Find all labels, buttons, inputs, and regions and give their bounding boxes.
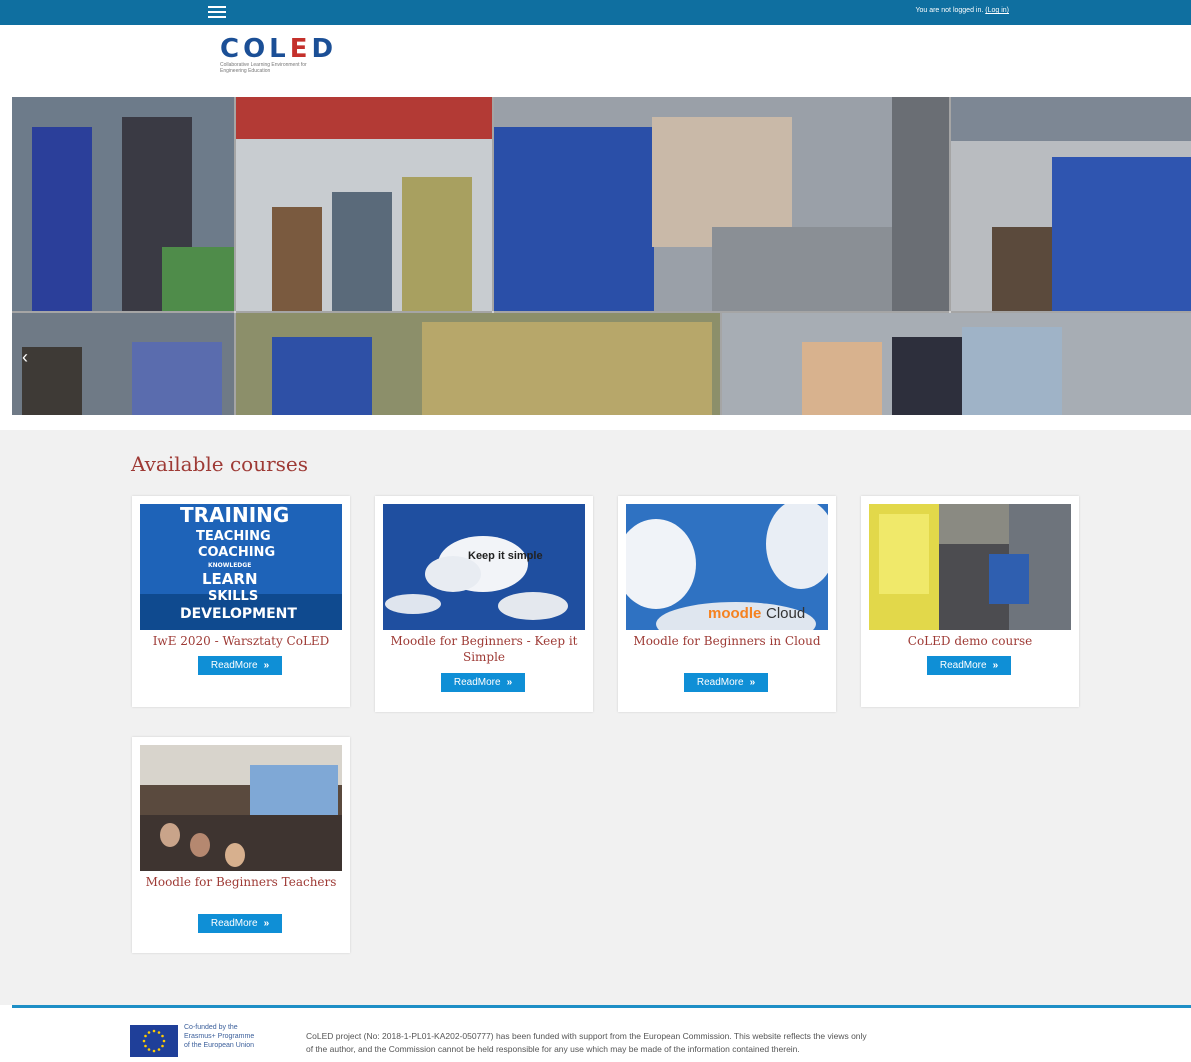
site-logo[interactable]: COLED Collaborative Learning Environment…: [220, 34, 340, 82]
footer-divider: [12, 1005, 1191, 1008]
course-card[interactable]: moodle Cloud Moodle for Beginners in Clo…: [618, 496, 836, 712]
svg-text:TEACHING: TEACHING: [196, 529, 271, 544]
available-courses-heading: Available courses: [131, 452, 309, 476]
chevron-left-icon[interactable]: ‹: [22, 347, 28, 368]
readmore-button[interactable]: ReadMore»: [198, 914, 282, 933]
lecture-hall-image: [140, 745, 342, 871]
readmore-button[interactable]: ReadMore»: [684, 673, 768, 692]
svg-text:DEVELOPMENT: DEVELOPMENT: [180, 606, 297, 622]
hero-collage-image: [12, 97, 1191, 415]
course-title[interactable]: Moodle for Beginners - Keep it Simple: [381, 633, 587, 665]
eu-funding-label: Co-funded by the Erasmus+ Programme of t…: [184, 1024, 255, 1049]
readmore-button[interactable]: ReadMore»: [441, 673, 525, 692]
course-card[interactable]: Moodle for Beginners Teachers ReadMore»: [132, 737, 350, 953]
readmore-button[interactable]: ReadMore»: [927, 656, 1011, 675]
chevron-right-icon: »: [263, 660, 270, 671]
course-card[interactable]: Keep it simple Moodle for Beginners - Ke…: [375, 496, 593, 712]
main-content: Available courses TRAINING TEACHING COAC…: [0, 430, 1191, 1005]
chevron-right-icon: »: [263, 918, 270, 929]
logo-wordmark: COLED: [220, 34, 338, 64]
svg-text:Cloud: Cloud: [766, 605, 805, 622]
hero-slider: ‹: [12, 97, 1191, 415]
svg-text:KNOWLEDGE: KNOWLEDGE: [208, 562, 251, 569]
course-title[interactable]: CoLED demo course: [867, 633, 1073, 649]
machine-image: [869, 504, 1071, 630]
svg-text:COACHING: COACHING: [198, 545, 275, 560]
svg-text:moodle: moodle: [708, 605, 761, 622]
readmore-button[interactable]: ReadMore»: [198, 656, 282, 675]
course-title[interactable]: Moodle for Beginners Teachers: [138, 874, 344, 890]
eu-flag-icon: [130, 1025, 178, 1057]
login-info: You are not logged in. (Log in): [915, 7, 1009, 14]
login-link[interactable]: (Log in): [985, 7, 1009, 14]
svg-text:TRAINING: TRAINING: [180, 504, 289, 527]
svg-text:LEARN: LEARN: [202, 570, 258, 588]
svg-text:SKILLS: SKILLS: [208, 589, 258, 604]
svg-text:Keep it simple: Keep it simple: [468, 550, 543, 562]
course-title[interactable]: IwE 2020 - Warsztaty CoLED: [138, 633, 344, 649]
course-title[interactable]: Moodle for Beginners in Cloud: [624, 633, 830, 649]
hamburger-menu-icon[interactable]: [208, 4, 226, 20]
footer-disclaimer: CoLED project (No: 2018-1-PL01-KA202-050…: [306, 1031, 867, 1054]
top-navbar: You are not logged in. (Log in): [0, 0, 1191, 25]
moodlecloud-image: moodle Cloud: [626, 504, 828, 630]
chevron-right-icon: »: [749, 677, 756, 688]
course-card[interactable]: CoLED demo course ReadMore»: [861, 496, 1079, 707]
chevron-right-icon: »: [506, 677, 513, 688]
chevron-right-icon: »: [992, 660, 999, 671]
course-card[interactable]: TRAINING TEACHING COACHING KNOWLEDGE LEA…: [132, 496, 350, 707]
login-status-text: You are not logged in.: [915, 7, 984, 14]
training-words-image: TRAINING TEACHING COACHING KNOWLEDGE LEA…: [140, 504, 342, 630]
cloud-sky-image: Keep it simple: [383, 504, 585, 630]
